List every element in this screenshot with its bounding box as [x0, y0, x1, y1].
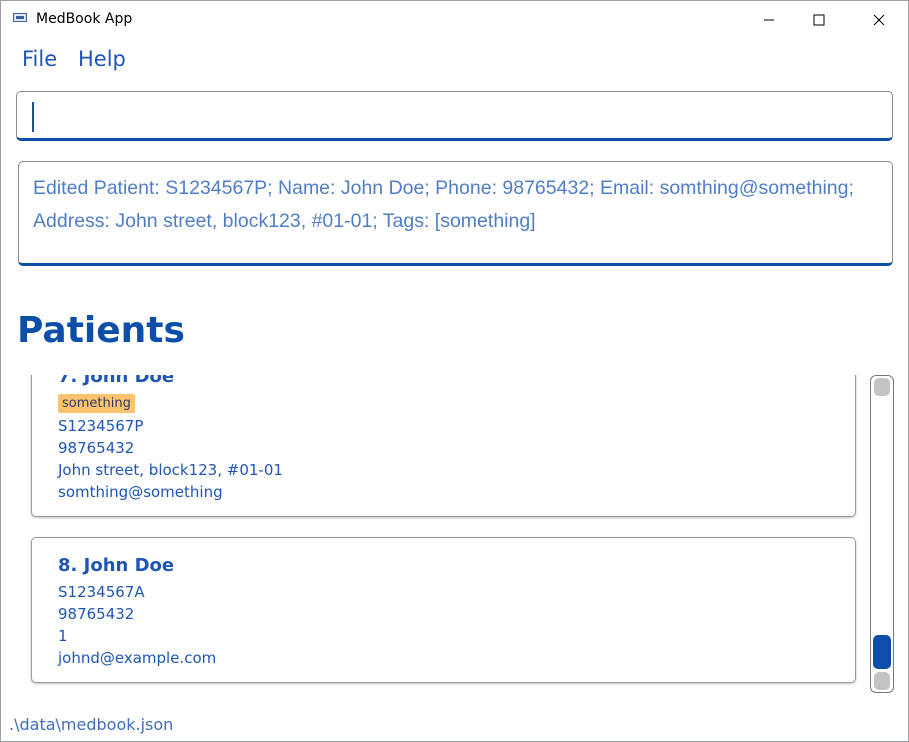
maximize-button[interactable]	[796, 1, 842, 39]
close-icon	[873, 14, 885, 26]
patient-name: 7. John Doe	[58, 375, 175, 387]
app-icon	[13, 13, 27, 22]
command-input[interactable]	[16, 91, 893, 141]
patient-phone: 98765432	[58, 605, 135, 623]
maximize-icon	[813, 14, 825, 26]
scroll-up-button[interactable]	[874, 378, 890, 396]
tag-badge: something	[58, 394, 135, 413]
patient-card[interactable]: 7. John Doe something S1234567P 98765432…	[31, 375, 856, 517]
patient-address: John street, block123, #01-01	[58, 461, 283, 479]
close-button[interactable]	[856, 1, 902, 39]
patient-address: 1	[58, 627, 68, 645]
result-display: Edited Patient: S1234567P; Name: John Do…	[18, 161, 893, 266]
patient-email: somthing@something	[58, 483, 223, 501]
patient-name: 8. John Doe	[58, 555, 175, 576]
result-line-2: Address: John street, block123, #01-01; …	[33, 210, 536, 232]
minimize-icon	[764, 19, 774, 21]
title-bar: MedBook App	[1, 1, 908, 39]
result-line-1: Edited Patient: S1234567P; Name: John Do…	[33, 177, 854, 199]
patient-phone: 98765432	[58, 439, 135, 457]
scroll-thumb[interactable]	[873, 635, 891, 669]
text-caret	[32, 102, 34, 132]
minimize-button[interactable]	[746, 1, 792, 39]
menu-file[interactable]: File	[22, 47, 57, 71]
patient-card[interactable]: 8. John Doe S1234567A 98765432 1 johnd@e…	[31, 537, 856, 683]
patients-heading: Patients	[17, 310, 185, 351]
patient-email: johnd@example.com	[58, 649, 217, 667]
scroll-down-button[interactable]	[874, 672, 890, 690]
patient-nric: S1234567P	[58, 417, 144, 435]
window-title: MedBook App	[36, 11, 133, 27]
menu-help[interactable]: Help	[78, 47, 126, 71]
status-bar-path: .\data\medbook.json	[9, 715, 174, 734]
app-window: MedBook App File Help Edited Patient: S1…	[0, 0, 909, 742]
patient-list: 7. John Doe something S1234567P 98765432…	[17, 375, 867, 695]
patient-nric: S1234567A	[58, 583, 145, 601]
list-scrollbar[interactable]	[870, 375, 894, 693]
